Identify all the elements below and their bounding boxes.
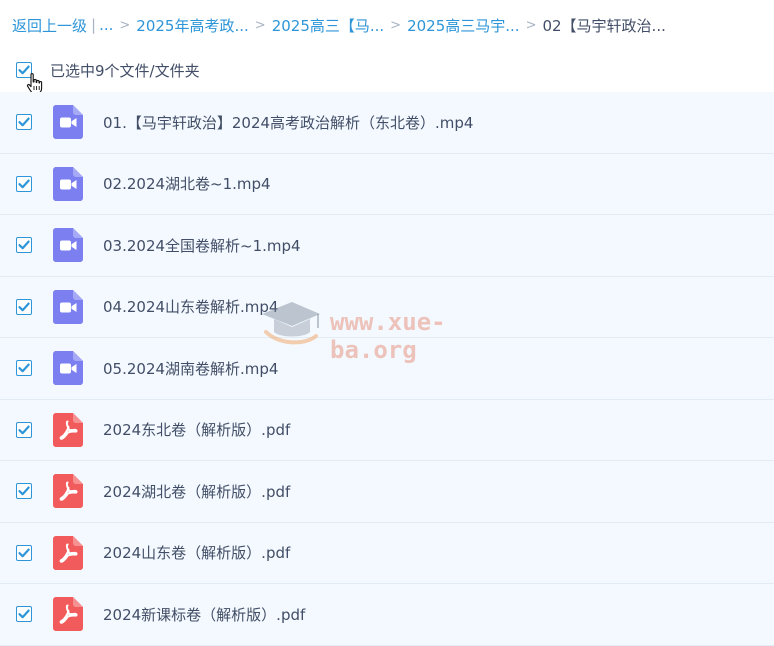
file-name[interactable]: 02.2024湖北卷~1.mp4 (103, 173, 271, 194)
video-file-icon (53, 228, 83, 263)
file-row[interactable]: 2024湖北卷（解析版）.pdf (0, 461, 774, 523)
file-checkbox[interactable] (16, 298, 32, 315)
pdf-file-icon (53, 474, 83, 509)
breadcrumb-item-3[interactable]: 2025高三马宇... (407, 15, 519, 36)
pdf-file-icon (53, 535, 83, 570)
file-row[interactable]: 02.2024湖北卷~1.mp4 (0, 153, 774, 215)
video-file-icon (53, 166, 83, 201)
check-icon (18, 486, 30, 496)
file-row[interactable]: 2024东北卷（解析版）.pdf (0, 399, 774, 461)
chevron-right-icon: > (119, 17, 131, 33)
file-name[interactable]: 2024新课标卷（解析版）.pdf (103, 604, 305, 625)
file-checkbox[interactable] (16, 237, 32, 254)
check-icon (18, 302, 30, 312)
check-icon (18, 240, 30, 250)
check-icon (18, 548, 30, 558)
breadcrumb-current: 02【马宇轩政治... (542, 16, 666, 35)
breadcrumb-ellipsis[interactable]: ... (99, 16, 113, 34)
file-row[interactable]: 2024山东卷（解析版）.pdf (0, 522, 774, 584)
file-name[interactable]: 03.2024全国卷解析~1.mp4 (103, 235, 301, 256)
check-icon (18, 363, 30, 373)
chevron-right-icon: > (390, 17, 402, 33)
file-name[interactable]: 2024山东卷（解析版）.pdf (103, 542, 290, 563)
breadcrumb-item-2[interactable]: 2025高三【马... (272, 15, 384, 36)
file-name[interactable]: 2024东北卷（解析版）.pdf (103, 419, 290, 440)
file-name[interactable]: 01.【马宇轩政治】2024高考政治解析（东北卷）.mp4 (103, 112, 473, 133)
selection-count-label: 已选中9个文件/文件夹 (50, 61, 200, 80)
file-checkbox[interactable] (16, 114, 32, 131)
file-list: 01.【马宇轩政治】2024高考政治解析（东北卷）.mp4 02.2024湖北卷… (0, 92, 774, 646)
file-name[interactable]: 04.2024山东卷解析.mp4 (103, 296, 278, 317)
file-row[interactable]: 03.2024全国卷解析~1.mp4 (0, 215, 774, 277)
file-checkbox[interactable] (16, 360, 32, 377)
file-row[interactable]: 01.【马宇轩政治】2024高考政治解析（东北卷）.mp4 (0, 92, 774, 154)
file-checkbox[interactable] (16, 421, 32, 438)
select-all-bar: 已选中9个文件/文件夹 (0, 50, 774, 90)
breadcrumb-item-1[interactable]: 2025年高考政... (136, 15, 248, 36)
video-file-icon (53, 351, 83, 386)
file-checkbox[interactable] (16, 483, 32, 500)
file-name[interactable]: 05.2024湖南卷解析.mp4 (103, 358, 278, 379)
breadcrumb-divider: | (91, 16, 97, 34)
file-checkbox[interactable] (16, 544, 32, 561)
video-file-icon (53, 289, 83, 324)
breadcrumb: 返回上一级 | ... > 2025年高考政... > 2025高三【马... … (12, 0, 772, 50)
chevron-right-icon: > (525, 17, 537, 33)
file-checkbox[interactable] (16, 606, 32, 623)
chevron-right-icon: > (254, 17, 266, 33)
pdf-file-icon (53, 412, 83, 447)
check-icon (18, 117, 30, 127)
check-icon (18, 425, 30, 435)
file-row[interactable]: 2024新课标卷（解析版）.pdf (0, 584, 774, 646)
back-link[interactable]: 返回上一级 (12, 15, 87, 36)
pdf-file-icon (53, 597, 83, 632)
video-file-icon (53, 105, 83, 140)
file-checkbox[interactable] (16, 175, 32, 192)
file-name[interactable]: 2024湖北卷（解析版）.pdf (103, 481, 290, 502)
file-row[interactable]: 05.2024湖南卷解析.mp4 (0, 338, 774, 400)
file-row[interactable]: 04.2024山东卷解析.mp4 (0, 276, 774, 338)
check-icon (18, 179, 30, 189)
check-icon (18, 609, 30, 619)
